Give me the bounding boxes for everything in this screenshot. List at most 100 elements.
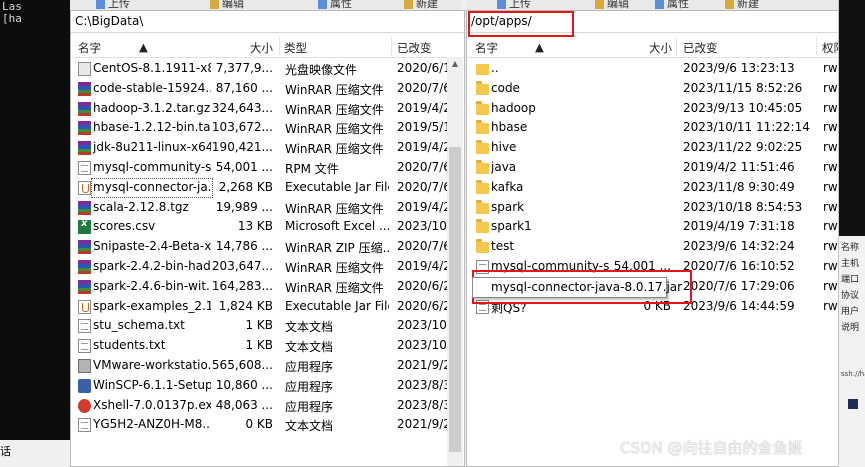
local-file-row[interactable]: Snipaste-2.4-Beta-x... 14,786 ... WinRAR Z…	[71, 237, 447, 257]
rar-icon	[78, 141, 91, 156]
file-size: 1 KB	[245, 338, 273, 353]
properties-icon	[318, 0, 327, 9]
file-size: 54,001 ...	[215, 160, 273, 174]
folder-icon	[476, 120, 489, 135]
local-file-row[interactable]: VMware-workstatio... 565,608... 应用程序 2021/9…	[71, 356, 447, 376]
file-size: 48,063 ...	[215, 397, 273, 412]
doc-icon	[78, 418, 91, 433]
side-label-name: 名称	[841, 243, 860, 253]
remote-file-row[interactable]: spark12019/4/19 7:31:18rwx	[467, 217, 839, 237]
terminal-window[interactable]: Las [ha	[0, 0, 70, 440]
local-file-row[interactable]: spark-2.4.2-bin-had... 203,647... WinRAR 压…	[71, 257, 447, 277]
col-size[interactable]: 大小	[250, 40, 273, 56]
new-icon	[404, 0, 413, 9]
file-name: spark1	[491, 219, 532, 234]
file-modified: 2023/10/	[397, 219, 447, 234]
file-name: YG5H2-ANZ0H-M8...	[93, 417, 211, 432]
rar-icon	[78, 279, 91, 294]
file-size: 324,643...	[211, 100, 273, 115]
remote-file-row[interactable]: hive2023/11/22 9:02:25rwx	[467, 138, 839, 158]
file-name: stu_schema.txt	[93, 318, 185, 333]
file-type: WinRAR 压缩文件	[285, 102, 384, 117]
filename-tooltip: mysql-connector-java-8.0.17.jar	[472, 277, 682, 298]
iso-icon	[78, 62, 91, 76]
file-modified: 2020/7/6 16:10:52	[683, 259, 795, 273]
col-modified[interactable]: 已改变	[397, 40, 432, 56]
file-name: code	[491, 80, 520, 95]
col-type[interactable]: 类型	[284, 40, 307, 56]
remote-file-row[interactable]: spark2023/10/18 8:54:53rwx	[467, 198, 839, 218]
scroll-thumb[interactable]	[449, 147, 461, 452]
local-scrollbar[interactable]: ▲	[447, 57, 463, 466]
local-file-row[interactable]: hbase-1.2.12-bin.ta... 103,672... WinRAR 压…	[71, 118, 447, 138]
col-modified[interactable]: 已改变	[683, 40, 718, 56]
col-size[interactable]: 大小	[649, 40, 672, 56]
local-file-row[interactable]: scores.csv 13 KB Microsoft Excel ... 2023/1…	[71, 217, 447, 237]
file-modified: 2023/11/22 9:02:25	[683, 140, 803, 155]
local-column-header: ▲ 名字 大小 类型 已改变	[71, 35, 464, 58]
file-type: RPM 文件	[285, 162, 339, 176]
file-name: java	[491, 160, 517, 174]
remote-file-row[interactable]: test2023/9/6 14:32:24rwx	[467, 237, 839, 257]
file-type: 应用程序	[285, 360, 334, 374]
file-type: 应用程序	[285, 379, 334, 394]
file-modified: 2023/9/6 14:32:24	[683, 239, 795, 254]
file-size: 10,860 ...	[215, 377, 273, 392]
local-file-row[interactable]: students.txt 1 KB 文本文档 2023/10/	[71, 336, 447, 356]
side-label-port: 端口	[841, 275, 860, 285]
file-type: 文本文档	[285, 419, 334, 434]
file-modified: 2020/7/6	[397, 80, 447, 95]
file-modified: 2023/8/3	[397, 397, 447, 412]
path-highlight-box	[468, 11, 574, 37]
file-type: Microsoft Excel ...	[285, 219, 389, 234]
col-name[interactable]: 名字	[475, 40, 498, 56]
file-name: spark	[491, 199, 525, 214]
remote-file-row[interactable]: hadoop2023/9/13 10:45:05rwx	[467, 99, 839, 119]
remote-file-panel: /opt/apps/ ▲ 名字 大小 已改变 权限 ..2023/9/6 13:…	[466, 10, 840, 467]
file-modified: 2020/6/1	[397, 61, 447, 75]
local-file-row[interactable]: jdk-8u211-linux-x64...190,421... WinRAR 压…	[71, 138, 447, 158]
doc-icon	[78, 319, 91, 334]
file-type: 文本文档	[285, 340, 334, 355]
jar-icon	[78, 299, 91, 314]
windows-icon[interactable]	[848, 399, 858, 409]
local-file-row[interactable]: hadoop-3.1.2.tar.gz 324,643... WinRAR 压缩文件…	[71, 99, 447, 119]
edit-icon	[210, 0, 219, 9]
file-size: 0 KB	[245, 417, 273, 432]
doc-icon	[78, 339, 91, 354]
folder-icon	[476, 219, 489, 234]
local-file-panel: C:\BigData\ ▲ 名字 大小 类型 已改变 CentOS-8.1.19…	[70, 10, 465, 467]
remote-file-row[interactable]: hbase2023/10/11 11:22:14rwx	[467, 118, 839, 138]
xshell-icon	[78, 398, 91, 413]
local-file-row[interactable]: CentOS-8.1.1911-x8... 7,377,9... 光盘映像文件 202…	[71, 59, 447, 79]
local-file-row[interactable]: Xshell-7.0.0137p.exe 48,063 ... 应用程序 2023/8…	[71, 396, 447, 416]
winscp-icon	[78, 378, 91, 393]
sort-ascending-icon: ▲	[535, 40, 544, 54]
file-type: 文本文档	[285, 320, 334, 335]
file-size: 2,268 KB	[218, 179, 273, 194]
local-path-bar[interactable]: C:\BigData\	[71, 11, 464, 33]
remote-file-row[interactable]: kafka2023/11/8 9:30:49rwx	[467, 178, 839, 198]
rar-icon	[78, 200, 91, 215]
local-file-row[interactable]: spark-examples_2.1... 1,824 KB Executable …	[71, 297, 447, 317]
file-modified: 2023/11/8 9:30:49	[683, 179, 795, 194]
remote-file-row[interactable]: ..2023/9/6 13:23:13rwx	[467, 59, 839, 79]
local-file-row[interactable]: stu_schema.txt 1 KB 文本文档 2023/10/	[71, 316, 447, 336]
remote-file-row[interactable]: code2023/11/15 8:52:26rwx	[467, 79, 839, 99]
file-modified: 2023/9/6 13:23:13	[683, 61, 795, 75]
file-name: Snipaste-2.4-Beta-x...	[93, 239, 211, 254]
local-file-row[interactable]: WinSCP-6.1.1-Setup... 10,860 ... 应用程序 2023/…	[71, 376, 447, 396]
remote-file-row[interactable]: java2019/4/2 11:51:46rwx	[467, 158, 839, 178]
col-name[interactable]: 名字	[78, 40, 101, 56]
local-file-row[interactable]: code-stable-15924... 87,160 ... WinRAR 压缩文…	[71, 79, 447, 99]
local-file-row[interactable]: mysql-connector-ja... 2,268 KB Executable …	[71, 177, 447, 198]
local-file-row[interactable]: mysql-community-s... 54,001 ... RPM 文件 2020…	[71, 158, 447, 178]
local-file-row[interactable]: YG5H2-ANZ0H-M8... 0 KB 文本文档 2021/9/2	[71, 415, 447, 435]
file-size: 164,283...	[211, 278, 273, 293]
local-file-row[interactable]: scala-2.12.8.tgz 19,989 ... WinRAR 压缩文件 201…	[71, 198, 447, 218]
file-type: Executable Jar File	[285, 179, 389, 194]
scroll-up-icon[interactable]: ▲	[447, 59, 463, 68]
local-file-row[interactable]: spark-2.4.6-bin-wit... 164,283... WinRAR 压…	[71, 277, 447, 297]
folder-icon	[476, 199, 489, 214]
file-name: ..	[491, 61, 499, 75]
